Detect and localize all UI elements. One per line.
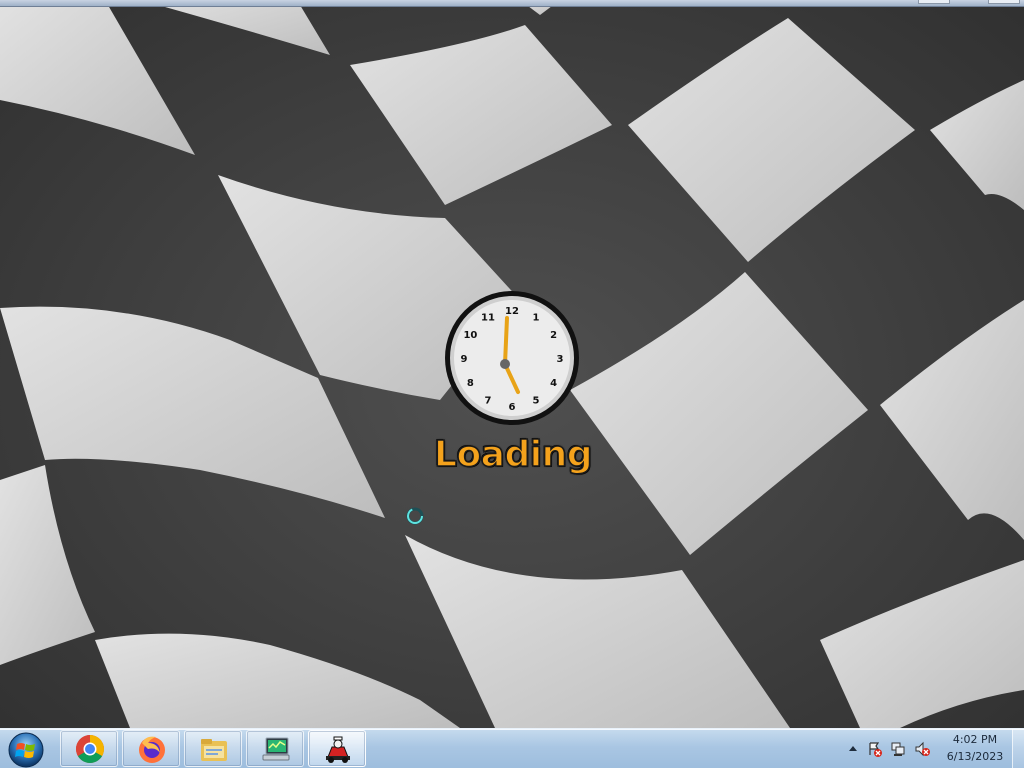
firefox-icon [139,736,165,763]
race-car-icon [326,736,350,763]
clock-numeral: 11 [481,312,495,323]
close-edge[interactable] [988,0,1020,4]
desktop-screen: 12 1 2 3 4 5 6 7 8 9 10 11 Loading 4:02 … [0,0,1024,768]
taskbar-chrome-button[interactable] [60,730,118,767]
taskbar-racing-game-button[interactable] [308,730,366,767]
loading-label: Loading [433,433,593,476]
chrome-icon [76,735,104,763]
volume-muted-icon[interactable] [914,741,930,757]
busy-cursor-icon [406,507,424,525]
clock-numeral: 5 [533,396,540,407]
system-tray: 4:02 PM 6/13/2023 [840,729,1024,768]
clock-numeral: 10 [463,330,477,341]
clock-numeral: 1 [533,312,540,323]
show-hidden-icons-icon[interactable] [845,741,861,757]
window-top-edge [0,0,1024,7]
clock-numeral: 3 [557,354,564,365]
loading-clock-icon: 12 12 3 45 6 78 9 10 11 [445,291,579,425]
taskbar-firefox-button[interactable] [122,730,180,767]
start-button[interactable] [2,731,52,768]
tray-clock-time[interactable]: 4:02 PM [940,733,1010,747]
taskbar-system-button[interactable] [246,730,304,767]
taskbar-explorer-button[interactable] [184,730,242,767]
computer-icon [262,737,290,761]
taskbar: 4:02 PM 6/13/2023 [0,728,1024,768]
clock-numeral: 9 [461,354,468,365]
minimize-edge[interactable] [918,0,950,4]
show-desktop-button[interactable] [1012,729,1024,768]
clock-numeral: 8 [467,378,474,389]
clock-numeral: 4 [550,378,557,389]
network-icon[interactable] [890,741,906,757]
clock-numeral: 2 [550,330,557,341]
action-center-icon[interactable] [867,741,883,757]
clock-numeral: 7 [485,396,492,407]
clock-numeral: 12 [505,306,519,317]
tray-clock-date[interactable]: 6/13/2023 [940,750,1010,764]
clock-numeral: 6 [509,402,516,413]
folder-icon [201,739,227,761]
